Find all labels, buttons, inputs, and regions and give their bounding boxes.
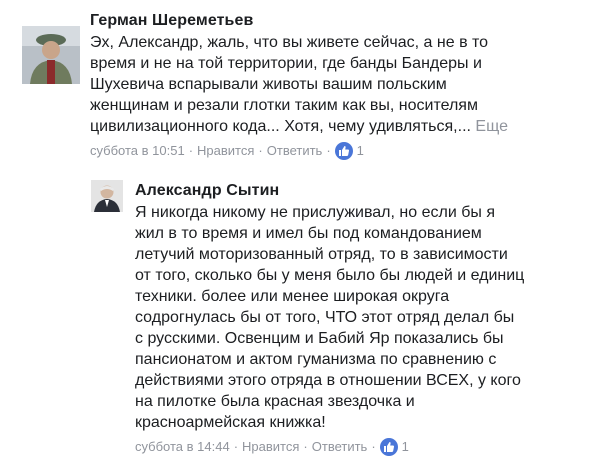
separator: ·	[233, 439, 239, 454]
separator: ·	[188, 143, 194, 158]
comment-text: Эх, Александр, жаль, что вы живете сейча…	[90, 32, 597, 137]
avatar[interactable]	[91, 180, 123, 212]
like-count[interactable]: 1	[357, 142, 364, 160]
avatar-image	[91, 180, 123, 212]
like-reaction-icon[interactable]	[334, 142, 353, 160]
avatar-image	[22, 26, 80, 84]
like-button[interactable]: Нравится	[197, 142, 254, 160]
comment-meta: суббота в 10:51 · Нравится · Ответить · …	[90, 142, 597, 160]
comment-timestamp[interactable]: суббота в 14:44	[135, 438, 230, 456]
reply-button[interactable]: Ответить	[267, 142, 323, 160]
comment-author[interactable]: Александр Сытин	[135, 180, 597, 202]
comment-meta: суббота в 14:44 · Нравится · Ответить · …	[135, 438, 597, 456]
separator: ·	[258, 143, 263, 158]
comment-timestamp[interactable]: суббота в 10:51	[90, 142, 185, 160]
separator: ·	[326, 143, 331, 158]
separator: ·	[303, 439, 308, 454]
comment-text-content: Эх, Александр, жаль, что вы живете сейча…	[90, 34, 489, 135]
comment-author[interactable]: Герман Шереметьев	[90, 10, 597, 32]
see-more-link[interactable]: Еще	[475, 118, 508, 135]
separator: ·	[371, 439, 376, 454]
like-count[interactable]: 1	[402, 438, 409, 456]
reply-button[interactable]: Ответить	[312, 438, 368, 456]
avatar[interactable]	[22, 26, 80, 84]
comment-text: Я никогда никому не прислуживал, но если…	[135, 204, 525, 431]
like-reaction-icon[interactable]	[379, 438, 398, 456]
like-button[interactable]: Нравится	[242, 438, 299, 456]
